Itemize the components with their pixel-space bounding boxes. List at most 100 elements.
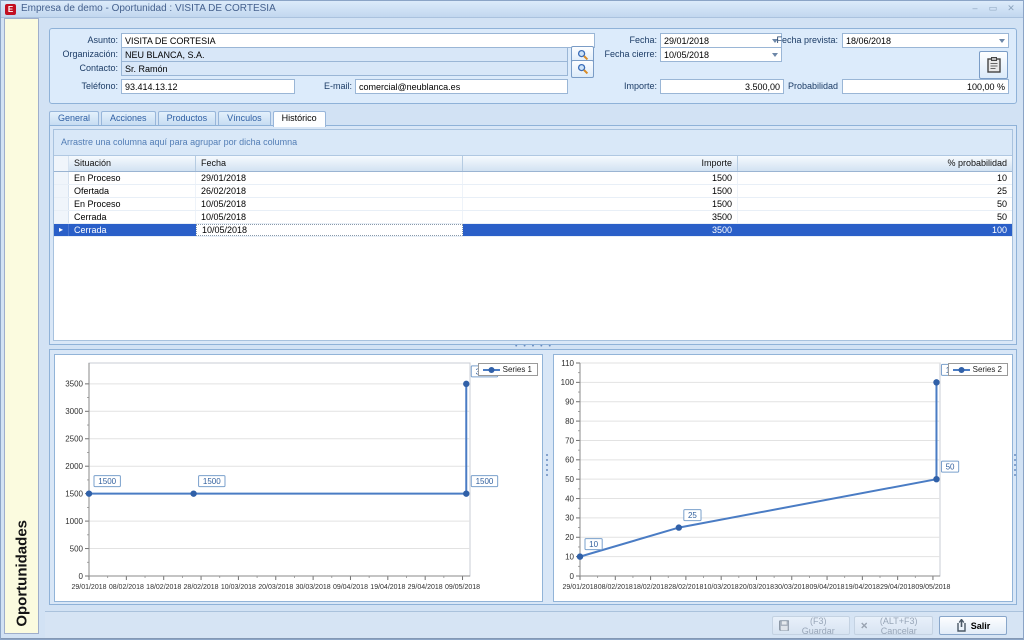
history-grid: Arrastre una columna aquí para agrupar p… [53,129,1013,341]
group-by-bar[interactable]: Arrastre una columna aquí para agrupar p… [54,130,1012,156]
grid-cell[interactable]: 3500 [463,211,738,223]
svg-text:18/02/2018: 18/02/2018 [146,584,181,591]
importe-chart: 050010001500200025003000350029/01/201808… [54,354,543,602]
app-window: E Empresa de demo - Oportunidad : VISITA… [0,0,1024,640]
grid-cell[interactable] [54,198,69,210]
close-button[interactable]: ✕ [1005,1,1017,17]
grid-cell[interactable]: Ofertada [69,185,196,197]
telefono-label: Teléfono: [50,79,118,94]
grid-cell[interactable]: 3500 [463,224,738,236]
tab-general[interactable]: General [49,111,99,125]
grid-cell[interactable]: 10 [738,172,1012,184]
grid-cell[interactable]: 10/05/2018 [196,211,463,223]
grid-cell[interactable]: 1500 [463,198,738,210]
vertical-splitter[interactable] [544,454,550,476]
svg-text:100: 100 [561,378,575,387]
asunto-label: Asunto: [50,33,118,48]
svg-text:10/03/2018: 10/03/2018 [221,584,256,591]
opportunity-form: Asunto: Organización: Contacto: Teléfono… [49,28,1017,104]
svg-text:08/02/2018: 08/02/2018 [109,584,144,591]
svg-text:50: 50 [946,463,955,472]
column-header-situacion[interactable]: Situación [69,156,196,171]
grid-cell[interactable]: 50 [738,211,1012,223]
grid-cell[interactable]: 10/05/2018 [196,198,463,210]
organizacion-field[interactable] [121,47,568,62]
grid-cell[interactable]: Cerrada [69,224,196,236]
sidebar-title: Oportunidades [13,520,30,627]
grid-cell[interactable]: En Proceso [69,198,196,210]
grid-cell[interactable]: 1500 [463,185,738,197]
column-header-importe[interactable]: Importe [463,156,738,171]
clipboard-icon [987,57,1001,73]
svg-text:25: 25 [688,511,697,520]
telefono-field[interactable] [121,79,295,94]
svg-text:19/04/2018: 19/04/2018 [845,584,880,591]
exit-button[interactable]: Salir [939,616,1007,635]
grid-cell[interactable]: ▸ [54,224,69,236]
grid-cell[interactable]: 1500 [463,172,738,184]
svg-text:08/02/2018: 08/02/2018 [598,584,633,591]
email-field[interactable] [355,79,568,94]
table-row[interactable]: En Proceso29/01/2018150010 [54,172,1012,185]
table-row[interactable]: Cerrada10/05/2018350050 [54,211,1012,224]
probabilidad-field[interactable] [842,79,1009,94]
fecha-prevista-field[interactable] [842,33,1009,48]
table-row[interactable]: En Proceso10/05/2018150050 [54,198,1012,211]
fecha-cierre-field[interactable] [660,47,782,62]
exit-label: Salir [971,621,991,631]
maximize-button[interactable]: ▭ [987,1,999,17]
tab-productos[interactable]: Productos [158,111,217,125]
table-row[interactable]: Ofertada26/02/2018150025 [54,185,1012,198]
cancel-x-icon [861,621,867,630]
charts-edge-splitter[interactable] [1013,454,1017,476]
grid-cell[interactable]: 29/01/2018 [196,172,463,184]
svg-text:2000: 2000 [65,462,83,471]
grid-cell[interactable]: 100 [738,224,1012,236]
chevron-down-icon[interactable] [772,53,778,57]
app-icon: E [5,4,16,15]
importe-label: Importe: [580,79,657,94]
column-header-fecha[interactable]: Fecha [196,156,463,171]
titlebar: E Empresa de demo - Oportunidad : VISITA… [1,1,1023,18]
svg-text:90: 90 [565,398,574,407]
group-by-hint: Arrastre una columna aquí para agrupar p… [61,137,297,147]
svg-text:29/01/2018: 29/01/2018 [562,584,597,591]
svg-text:18/02/2018: 18/02/2018 [633,584,668,591]
svg-text:500: 500 [70,544,84,553]
svg-text:09/05/2018: 09/05/2018 [915,584,950,591]
grid-cell[interactable] [54,172,69,184]
window-title: Empresa de demo - Oportunidad : VISITA D… [21,1,276,17]
contacto-lookup-button[interactable] [571,60,594,78]
grid-cell[interactable]: Cerrada [69,211,196,223]
tab-vinculos[interactable]: Vínculos [218,111,271,125]
historico-panel: Arrastre una columna aquí para agrupar p… [49,125,1017,345]
chart-svg: 010203040506070809010011029/01/201808/02… [554,355,1012,601]
column-header-probabilidad[interactable]: % probabilidad [738,156,1012,171]
grid-cell[interactable] [54,185,69,197]
grid-cell[interactable] [54,211,69,223]
email-label: E-mail: [302,79,352,94]
sidebar-oportunidades: Oportunidades [4,18,39,634]
chevron-down-icon[interactable] [999,39,1005,43]
tab-historico[interactable]: Histórico [273,111,326,127]
grid-cell[interactable]: 25 [738,185,1012,197]
footer-bar: (F3) Guardar (ALT+F3) Cancelar Salir [45,611,1023,638]
svg-text:20: 20 [565,533,574,542]
svg-text:30: 30 [565,514,574,523]
svg-text:3500: 3500 [65,380,83,389]
contacto-field[interactable] [121,61,568,76]
tab-strip: GeneralAccionesProductosVínculosHistóric… [49,111,328,126]
grid-cell[interactable]: En Proceso [69,172,196,184]
grid-cell[interactable]: 50 [738,198,1012,210]
svg-text:09/04/2018: 09/04/2018 [810,584,845,591]
minimize-button[interactable]: – [969,1,981,17]
asunto-field[interactable] [121,33,595,48]
notes-button[interactable] [979,51,1008,79]
save-button[interactable]: (F3) Guardar [772,616,850,635]
table-row[interactable]: ▸Cerrada10/05/20183500100 [54,224,1012,237]
grid-cell[interactable]: 26/02/2018 [196,185,463,197]
grid-cell[interactable]: 10/05/2018 [196,224,463,236]
svg-text:1500: 1500 [203,477,221,486]
tab-acciones[interactable]: Acciones [101,111,156,125]
cancel-button[interactable]: (ALT+F3) Cancelar [854,616,933,635]
